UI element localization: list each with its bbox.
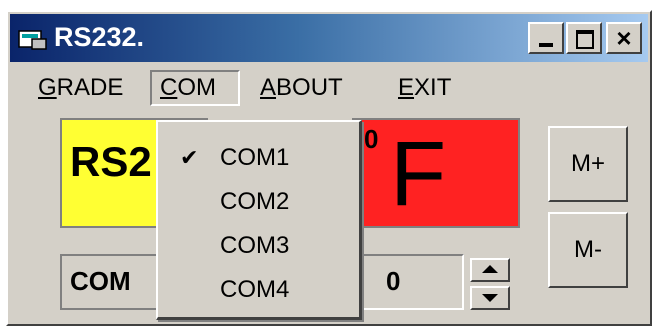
value-field[interactable]: 0	[360, 254, 464, 310]
window-title: RS232.	[54, 22, 145, 52]
com-menu-item-label: COM2	[220, 188, 290, 215]
menu-exit[interactable]: EXIT	[390, 70, 459, 106]
title-bar[interactable]: RS232. ×	[10, 14, 648, 62]
menu-grade-label: RADE	[56, 74, 124, 101]
minimize-button[interactable]	[528, 22, 564, 54]
com-dropdown-menu: ✔ COM1 COM2 COM3 COM4	[156, 120, 362, 320]
menu-about-label: BOUT	[276, 74, 343, 101]
app-window: RS232. × GRADE COM ABOUT EXIT RS2 0 F M+…	[6, 10, 652, 326]
com-menu-item-com1[interactable]: ✔ COM1	[158, 136, 358, 180]
spin-down-icon	[482, 294, 498, 302]
value-display: 0 F	[352, 118, 520, 228]
menu-exit-accel: E	[398, 74, 415, 101]
memory-plus-button[interactable]: M+	[548, 126, 628, 202]
menu-about-accel: A	[260, 74, 277, 101]
com-menu-item-label: COM1	[220, 144, 290, 171]
menu-bar: GRADE COM ABOUT EXIT	[10, 68, 648, 108]
value-display-text: F	[390, 123, 447, 225]
menu-about[interactable]: ABOUT	[252, 70, 351, 106]
checkmark-icon: ✔	[180, 145, 199, 170]
menu-grade-accel: G	[38, 74, 57, 101]
close-icon: ×	[616, 23, 632, 53]
com-menu-item-com3[interactable]: COM3	[158, 224, 358, 268]
com-menu-item-com4[interactable]: COM4	[158, 268, 358, 312]
app-icon	[18, 30, 47, 50]
menu-com-accel: C	[160, 74, 178, 101]
com-port-label: COM	[70, 266, 131, 296]
menu-com-label: OM	[177, 74, 217, 101]
com-menu-item-label: COM3	[220, 232, 290, 259]
maximize-button[interactable]	[566, 22, 602, 54]
spin-up-icon	[482, 265, 498, 273]
com-menu-item-com2[interactable]: COM2	[158, 180, 358, 224]
value-display-superscript: 0	[364, 124, 379, 154]
menu-com[interactable]: COM	[150, 70, 240, 106]
memory-minus-button[interactable]: M-	[548, 212, 628, 288]
spin-up-button[interactable]	[470, 258, 510, 282]
value-field-text: 0	[386, 266, 401, 296]
minimize-icon	[539, 43, 553, 47]
close-button[interactable]: ×	[606, 22, 642, 54]
menu-grade[interactable]: GRADE	[30, 70, 131, 106]
com-menu-item-label: COM4	[220, 276, 290, 303]
menu-exit-label: XIT	[414, 74, 452, 101]
protocol-display-text: RS2	[70, 138, 152, 185]
maximize-icon	[576, 30, 594, 49]
com-port-box: COM	[60, 254, 160, 310]
spin-down-button[interactable]	[470, 286, 510, 310]
